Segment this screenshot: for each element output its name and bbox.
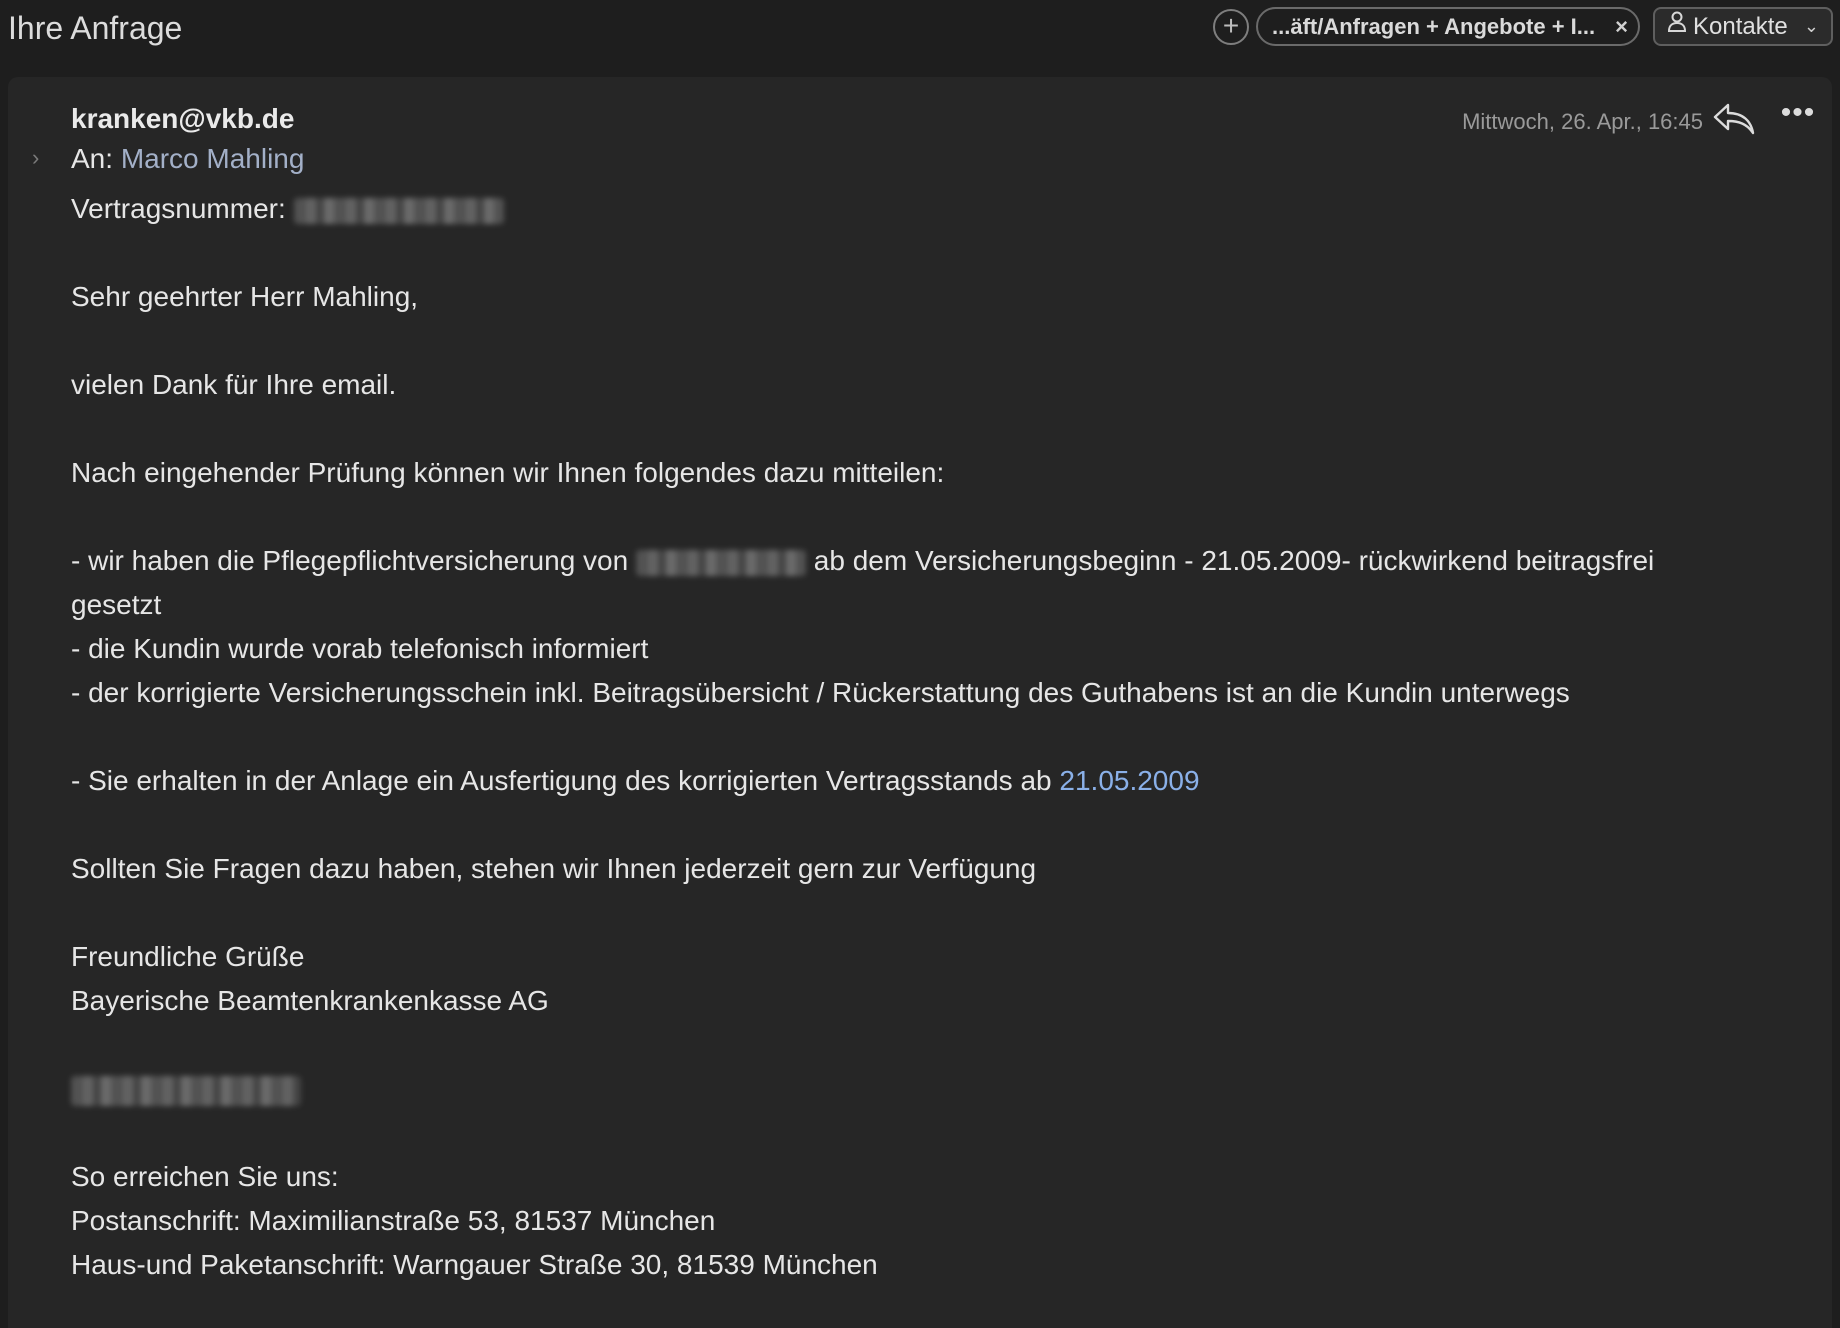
contacts-label: Kontakte [1693, 13, 1788, 40]
questions-line: Sollten Sie Fragen dazu haben, stehen wi… [71, 853, 1037, 884]
closing-line: Freundliche Grüße [71, 941, 305, 972]
person-icon [1667, 8, 1687, 43]
contact-heading: So erreichen Sie uns: [71, 1161, 339, 1192]
folder-path-chip[interactable]: ...äft/Anfragen + Angebote + I... × [1256, 7, 1640, 46]
chevron-right-icon[interactable]: › [32, 145, 39, 171]
more-icon[interactable]: ••• [1780, 98, 1816, 131]
message-panel: kranken@vkb.de › An: Marco Mahling Mittw… [8, 77, 1832, 1328]
contract-line: Vertragsnummer: [71, 187, 504, 231]
bullet-4: - Sie erhalten in der Anlage ein Ausfert… [71, 759, 1200, 803]
reply-icon[interactable] [1711, 99, 1757, 139]
sender-address: kranken@vkb.de [71, 103, 295, 134]
thanks-line: vielen Dank für Ihre email. [71, 369, 397, 400]
folder-path-label: ...äft/Anfragen + Angebote + I... [1272, 14, 1596, 39]
close-icon[interactable]: × [1615, 9, 1628, 44]
redacted-contract-number [293, 197, 504, 224]
date-link[interactable]: 21.05.2009 [1059, 765, 1199, 796]
redacted-name [635, 549, 806, 576]
intro-line: Nach eingehender Prüfung können wir Ihne… [71, 457, 945, 488]
postal-address: Postanschrift: Maximilianstraße 53, 8153… [71, 1205, 716, 1236]
message-date: Mittwoch, 26. Apr., 16:45 [1462, 109, 1703, 134]
bullet-3: - der korrigierte Versicherungsschein in… [71, 677, 1570, 708]
bullet-2: - die Kundin wurde vorab telefonisch inf… [71, 633, 649, 664]
recipient-name[interactable]: Marco Mahling [121, 143, 305, 174]
greeting: Sehr geehrter Herr Mahling, [71, 281, 419, 312]
parcel-address: Haus-und Paketanschrift: Warngauer Straß… [71, 1249, 878, 1280]
to-label: An: [71, 143, 114, 174]
company-name: Bayerische Beamtenkrankenkasse AG [71, 985, 549, 1016]
redacted-signature [71, 1075, 301, 1106]
add-icon[interactable]: + [1213, 9, 1249, 45]
window-title: Ihre Anfrage [8, 10, 183, 46]
signature-redacted [71, 1067, 301, 1111]
contacts-button[interactable]: Kontakte ⌄ [1653, 7, 1833, 46]
bullet-1: - wir haben die Pflegepflichtversicherun… [71, 539, 1654, 583]
bullet-1-continuation: gesetzt [71, 589, 162, 620]
bullet-1-text-b: ab dem Versicherungsbeginn - 21.05.2009-… [813, 545, 1655, 576]
bullet-1-text-a: - wir haben die Pflegepflichtversicherun… [71, 545, 629, 576]
title-bar: Ihre Anfrage + ...äft/Anfragen + Angebot… [0, 0, 1840, 76]
contract-label: Vertragsnummer: [71, 193, 286, 224]
recipient-line: An: Marco Mahling [71, 141, 304, 177]
chevron-down-icon: ⌄ [1803, 16, 1819, 36]
bullet-4-text: - Sie erhalten in der Anlage ein Ausfert… [71, 765, 1052, 796]
